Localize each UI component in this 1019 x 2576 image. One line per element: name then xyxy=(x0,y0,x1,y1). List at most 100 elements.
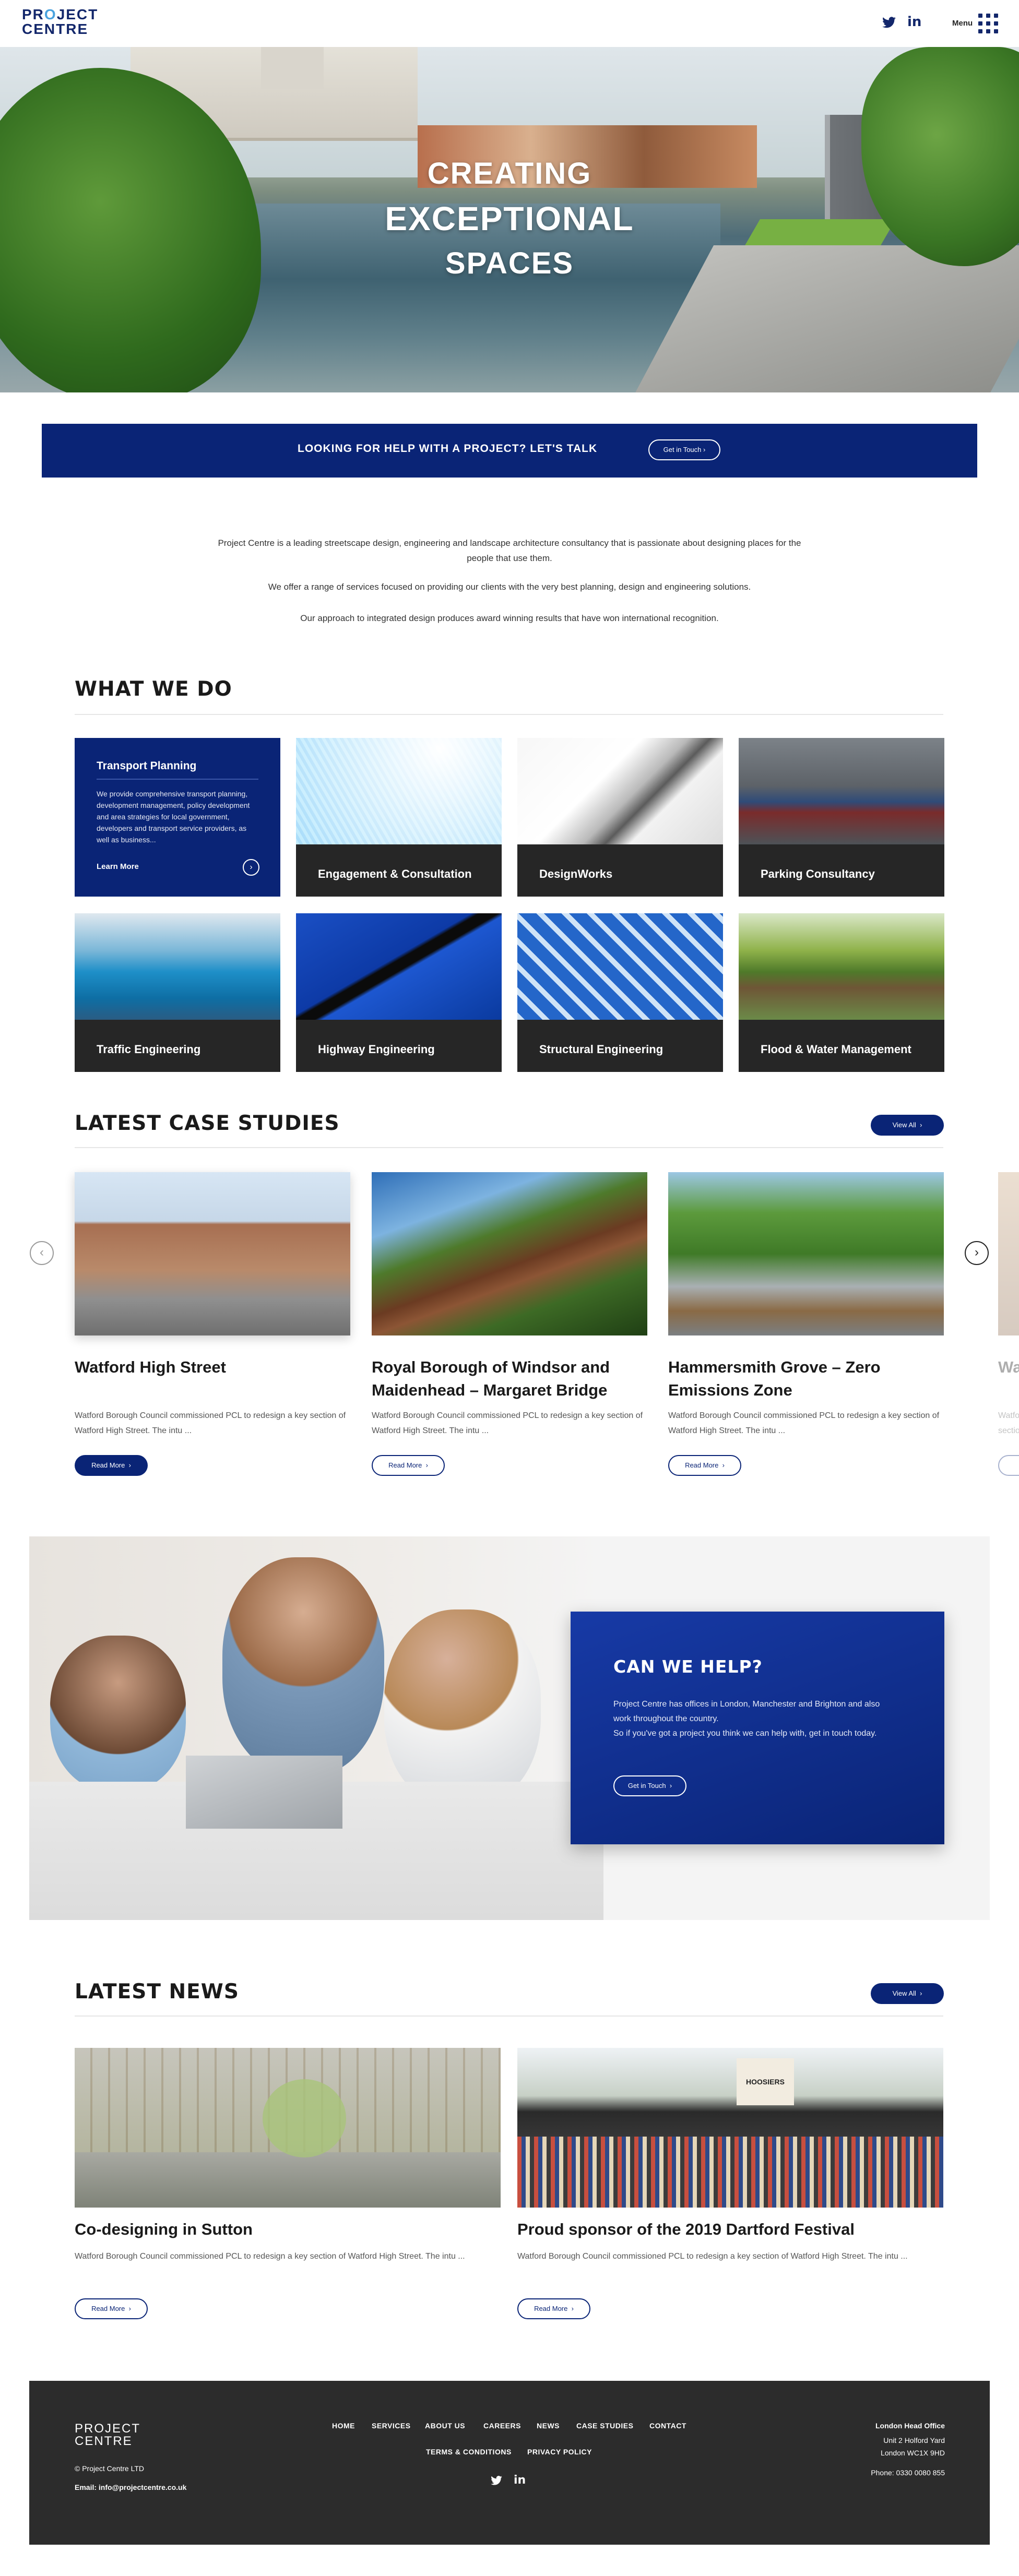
case-study-desc: Watford Borough Council commissioned PCL… xyxy=(668,1411,940,1435)
case-study-image xyxy=(998,1172,1019,1335)
footer-email[interactable]: Email: info@projectcentre.co.uk xyxy=(75,2483,186,2491)
case-study-title: Watford High Street xyxy=(75,1358,226,1376)
linkedin-icon[interactable]: in xyxy=(514,2474,526,2487)
service-card-traffic[interactable]: Traffic Engineering xyxy=(75,913,280,1072)
service-card-transport-planning[interactable]: Transport Planning We provide comprehens… xyxy=(75,738,280,897)
case-study-desc: Watford Borough Council commissioned PCL… xyxy=(75,1411,346,1435)
carousel-prev-icon[interactable]: ‹ xyxy=(30,1241,54,1265)
service-card-designworks[interactable]: DesignWorks xyxy=(517,738,723,897)
footer-nav-about[interactable]: ABOUT US xyxy=(425,2422,465,2430)
card-image xyxy=(75,913,280,1020)
case-study-title: Hammersmith Grove – Zero Emissions Zone xyxy=(668,1358,881,1399)
news-view-all-button[interactable]: View All › xyxy=(871,1983,944,2004)
button-label: Read More xyxy=(388,1461,422,1469)
button-label: View All xyxy=(892,1989,916,1997)
case-study-card-partial[interactable]: Wa Watfo sectio R xyxy=(998,1172,1019,1485)
card-image xyxy=(517,738,723,844)
case-studies-view-all-button[interactable]: View All › xyxy=(871,1115,944,1136)
card-label: Structural Engineering xyxy=(517,1020,723,1072)
button-label: Read More xyxy=(685,1461,719,1469)
carousel-next-icon[interactable]: › xyxy=(965,1241,989,1265)
hero-line1: CREATING xyxy=(427,157,592,190)
what-we-do-title: WHAT WE DO xyxy=(75,677,232,701)
hero-title: CREATING EXCEPTIONAL SPACES xyxy=(0,151,1019,286)
news-image: HOOSIERS xyxy=(517,2048,943,2208)
footer-nav-case-studies[interactable]: CASE STUDIES xyxy=(576,2422,633,2430)
case-study-title: Wa xyxy=(998,1358,1019,1376)
case-study-card[interactable]: Watford High Street Watford Borough Coun… xyxy=(75,1172,350,1476)
news-card[interactable]: HOOSIERS Proud sponsor of the 2019 Dartf… xyxy=(517,2048,943,2319)
card-label: Engagement & Consultation xyxy=(296,844,502,897)
help-get-in-touch-button[interactable]: Get in Touch › xyxy=(613,1775,686,1796)
button-label: Read More xyxy=(91,1461,125,1469)
read-more-button[interactable]: Read More › xyxy=(517,2298,590,2319)
help-paragraph-1: Project Centre has offices in London, Ma… xyxy=(613,1700,880,1723)
twitter-icon[interactable] xyxy=(491,2476,502,2488)
card-image xyxy=(739,913,944,1020)
footer-nav-careers[interactable]: CAREERS xyxy=(483,2422,521,2430)
hero-building-tower xyxy=(261,47,324,89)
help-person-middle xyxy=(222,1557,384,1776)
footer-nav-home[interactable]: HOME xyxy=(332,2422,355,2430)
footer-nav-services[interactable]: SERVICES xyxy=(372,2422,411,2430)
linkedin-icon[interactable]: in xyxy=(907,14,921,30)
read-more-button[interactable]: Read More › xyxy=(75,2298,148,2319)
laptop-icon xyxy=(186,1756,342,1829)
hero-line2: EXCEPTIONAL xyxy=(385,200,634,237)
card-label: Parking Consultancy xyxy=(739,844,944,897)
case-study-image xyxy=(668,1172,944,1335)
site-header: PROJECT CENTRE in Menu xyxy=(0,0,1019,47)
footer-logo[interactable]: PROJECT CENTRE xyxy=(75,2423,140,2448)
desc-line1: Watfo xyxy=(998,1411,1019,1420)
service-card-engagement[interactable]: Engagement & Consultation xyxy=(296,738,502,897)
read-more-button[interactable]: Read More › xyxy=(372,1455,445,1476)
card-image xyxy=(517,913,723,1020)
button-label: Get in Touch xyxy=(663,446,702,454)
news-sign: HOOSIERS xyxy=(737,2058,794,2105)
read-more-button[interactable]: R xyxy=(998,1455,1019,1476)
footer-phone[interactable]: Phone: 0330 0080 855 xyxy=(871,2468,945,2477)
button-label: Read More xyxy=(534,2305,568,2312)
intro-paragraph-3: Our approach to integrated design produc… xyxy=(300,613,719,623)
footer-nav-news[interactable]: NEWS xyxy=(537,2422,560,2430)
button-label: Read More xyxy=(91,2305,125,2312)
arrow-right-icon[interactable]: › xyxy=(243,859,259,876)
help-title: CAN WE HELP? xyxy=(613,1656,763,1677)
menu-label[interactable]: Menu xyxy=(952,19,973,28)
logo-line2: CENTRE xyxy=(22,21,89,37)
footer-nav-terms[interactable]: TERMS & CONDITIONS xyxy=(426,2448,512,2456)
service-card-flood[interactable]: Flood & Water Management xyxy=(739,913,944,1072)
footer-logo-line2: CENTRE xyxy=(75,2434,133,2448)
service-card-structural[interactable]: Structural Engineering xyxy=(517,913,723,1072)
hero-banner: CREATING EXCEPTIONAL SPACES xyxy=(0,47,1019,392)
service-card-parking[interactable]: Parking Consultancy xyxy=(739,738,944,897)
card-divider xyxy=(97,779,258,780)
case-study-card[interactable]: Royal Borough of Windsor and Maidenhead … xyxy=(372,1172,647,1476)
read-more-button[interactable]: Read More › xyxy=(75,1455,148,1476)
get-in-touch-button[interactable]: Get in Touch › xyxy=(648,439,720,460)
help-paragraph-2: So if you've got a project you think we … xyxy=(613,1729,877,1738)
news-title: Proud sponsor of the 2019 Dartford Festi… xyxy=(517,2220,855,2238)
news-desc: Watford Borough Council commissioned PCL… xyxy=(517,2252,908,2261)
site-footer: PROJECT CENTRE © Project Centre LTD Emai… xyxy=(29,2381,990,2545)
footer-nav-contact[interactable]: CONTACT xyxy=(649,2422,686,2430)
section-divider xyxy=(75,1147,943,1148)
case-study-desc: Watford Borough Council commissioned PCL… xyxy=(372,1411,643,1435)
desc-line2: sectio xyxy=(998,1426,1019,1435)
hero-line3: SPACES xyxy=(445,246,574,280)
site-logo[interactable]: PROJECT CENTRE xyxy=(22,7,98,37)
case-study-card[interactable]: Hammersmith Grove – Zero Emissions Zone … xyxy=(668,1172,944,1476)
news-street xyxy=(75,2152,501,2208)
case-studies-title: LATEST CASE STUDIES xyxy=(75,1112,340,1135)
read-more-button[interactable]: Read More › xyxy=(668,1455,741,1476)
card-image xyxy=(739,738,944,844)
news-crowd xyxy=(517,2137,943,2208)
footer-nav-privacy[interactable]: PRIVACY POLICY xyxy=(527,2448,592,2456)
news-image xyxy=(75,2048,501,2208)
section-divider xyxy=(75,2016,943,2017)
service-card-highway[interactable]: Highway Engineering xyxy=(296,913,502,1072)
menu-grid-icon[interactable] xyxy=(978,14,998,33)
news-card[interactable]: Co-designing in Sutton Watford Borough C… xyxy=(75,2048,501,2319)
twitter-icon[interactable] xyxy=(882,16,896,32)
learn-more-link[interactable]: Learn More xyxy=(97,862,139,871)
